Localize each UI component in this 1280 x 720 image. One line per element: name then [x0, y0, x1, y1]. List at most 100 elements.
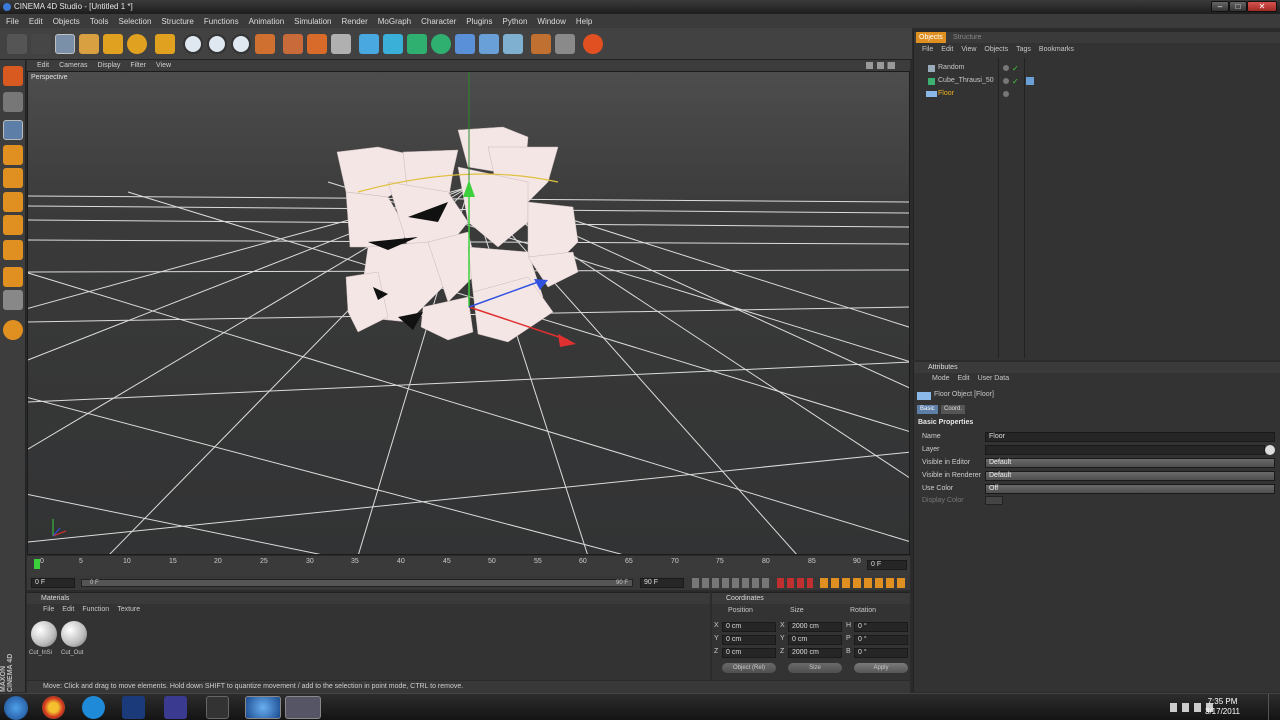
tab-basic[interactable]: Basic: [917, 405, 938, 414]
camera-icon[interactable]: [531, 34, 551, 54]
materials-menu-texture[interactable]: Texture: [117, 606, 140, 613]
spline-icon[interactable]: [383, 34, 403, 54]
tab-objects[interactable]: Objects: [916, 32, 946, 43]
coordinate-system-icon[interactable]: [255, 34, 275, 54]
make-editable-icon[interactable]: [3, 92, 23, 112]
skype-icon[interactable]: [82, 696, 105, 719]
chrome-icon[interactable]: [42, 696, 65, 719]
size-y-field[interactable]: 0 cm: [788, 635, 842, 645]
record-buttons[interactable]: [777, 578, 813, 588]
deformer-icon[interactable]: [455, 34, 475, 54]
timeline-ruler[interactable]: 0 5 10 15 20 25 30 35 40 45 50 55 60 65 …: [27, 556, 910, 576]
maximize-button[interactable]: □: [1229, 1, 1247, 12]
layer-field[interactable]: [985, 445, 1265, 455]
size-x-field[interactable]: 2000 cm: [788, 622, 842, 632]
object-mode-icon[interactable]: [3, 145, 23, 165]
layout-icon[interactable]: [3, 66, 23, 86]
z-axis-icon[interactable]: [231, 34, 251, 54]
3d-viewport[interactable]: Perspective: [27, 71, 910, 555]
render-settings-icon[interactable]: [331, 34, 351, 54]
points-mode-icon[interactable]: [3, 215, 23, 235]
photoshop-icon[interactable]: [122, 696, 145, 719]
after-effects-icon[interactable]: [164, 696, 187, 719]
cube-icon[interactable]: [359, 34, 379, 54]
environment-icon[interactable]: [503, 34, 523, 54]
playback-buttons[interactable]: [692, 578, 772, 588]
menu-structure[interactable]: Structure: [161, 17, 193, 26]
minimize-button[interactable]: –: [1211, 1, 1229, 12]
visible-in-editor-dropdown[interactable]: Default: [985, 458, 1275, 468]
move-tool-icon[interactable]: [79, 34, 99, 54]
frame-range-slider[interactable]: 0 F 90 F: [81, 579, 633, 587]
visible-in-renderer-dropdown[interactable]: Default: [985, 471, 1275, 481]
apply-button[interactable]: Apply: [854, 663, 908, 673]
menu-window[interactable]: Window: [537, 17, 565, 26]
coordinate-mode-dropdown[interactable]: Object (Rel): [722, 663, 776, 673]
tag-icon[interactable]: [1026, 77, 1034, 85]
start-button-icon[interactable]: [4, 696, 28, 720]
fractured-cube[interactable]: [336, 126, 579, 343]
y-axis-icon[interactable]: [207, 34, 227, 54]
menu-animation[interactable]: Animation: [249, 17, 285, 26]
texture-mode-icon[interactable]: [3, 168, 23, 188]
rotate-tool-icon[interactable]: [127, 34, 147, 54]
snap-icon[interactable]: [3, 320, 23, 340]
tab-structure[interactable]: Structure: [950, 32, 984, 43]
size-mode-dropdown[interactable]: Size: [788, 663, 842, 673]
materials-menu-edit[interactable]: Edit: [62, 606, 74, 613]
menu-edit[interactable]: Edit: [29, 17, 43, 26]
material-swatch[interactable]: [61, 621, 87, 647]
clock[interactable]: 7:35 PM 3/17/2011: [1205, 697, 1240, 717]
om-menu-bookmarks[interactable]: Bookmarks: [1039, 46, 1074, 53]
om-menu-file[interactable]: File: [922, 46, 933, 53]
tab-coord[interactable]: Coord.: [941, 405, 966, 414]
om-menu-view[interactable]: View: [961, 46, 976, 53]
menu-character[interactable]: Character: [421, 17, 456, 26]
use-color-dropdown[interactable]: Off: [985, 484, 1275, 494]
rotation-p-field[interactable]: 0 °: [854, 635, 908, 645]
menu-plugins[interactable]: Plugins: [466, 17, 492, 26]
object-row-floor[interactable]: Floor: [914, 88, 998, 100]
nurbs-icon[interactable]: [407, 34, 427, 54]
explorer-icon[interactable]: [285, 696, 321, 719]
menu-tools[interactable]: Tools: [90, 17, 109, 26]
enable-axis-icon[interactable]: [3, 290, 23, 310]
material-swatch[interactable]: [31, 621, 57, 647]
add-tool-icon[interactable]: [155, 34, 175, 54]
x-axis-icon[interactable]: [183, 34, 203, 54]
name-field[interactable]: Floor: [985, 432, 1275, 442]
scene-icon[interactable]: [479, 34, 499, 54]
viewport-menu-view[interactable]: View: [156, 62, 171, 69]
interactive-render-icon[interactable]: [583, 34, 603, 54]
menu-help[interactable]: Help: [576, 17, 592, 26]
scale-tool-icon[interactable]: [103, 34, 123, 54]
object-row-cube[interactable]: Cube_Thrausi_50: [914, 75, 998, 87]
menu-objects[interactable]: Objects: [53, 17, 80, 26]
edges-mode-icon[interactable]: [3, 240, 23, 260]
display-color-swatch[interactable]: [985, 496, 1003, 505]
current-frame-field[interactable]: 0 F: [867, 560, 907, 570]
end-frame-field[interactable]: 90 F: [640, 578, 684, 588]
visibility-dot[interactable]: [1003, 78, 1009, 84]
om-menu-tags[interactable]: Tags: [1016, 46, 1031, 53]
model-mode-icon[interactable]: [3, 120, 23, 140]
render-view-icon[interactable]: [283, 34, 303, 54]
close-button[interactable]: ✕: [1247, 1, 1277, 12]
viewport-menu-filter[interactable]: Filter: [130, 62, 146, 69]
om-menu-edit[interactable]: Edit: [941, 46, 953, 53]
viewport-menu-display[interactable]: Display: [97, 62, 120, 69]
position-y-field[interactable]: 0 cm: [722, 635, 776, 645]
live-selection-icon[interactable]: [55, 34, 75, 54]
terminal-icon[interactable]: [206, 696, 229, 719]
materials-menu-function[interactable]: Function: [82, 606, 109, 613]
am-menu-mode[interactable]: Mode: [932, 375, 950, 382]
undo-icon[interactable]: [7, 34, 27, 54]
am-menu-user-data[interactable]: User Data: [978, 375, 1010, 382]
position-x-field[interactable]: 0 cm: [722, 622, 776, 632]
object-row-random[interactable]: Random: [914, 62, 998, 74]
redo-icon[interactable]: [31, 34, 51, 54]
viewport-menu-cameras[interactable]: Cameras: [59, 62, 87, 69]
position-z-field[interactable]: 0 cm: [722, 648, 776, 658]
rotation-b-field[interactable]: 0 °: [854, 648, 908, 658]
menu-selection[interactable]: Selection: [119, 17, 152, 26]
